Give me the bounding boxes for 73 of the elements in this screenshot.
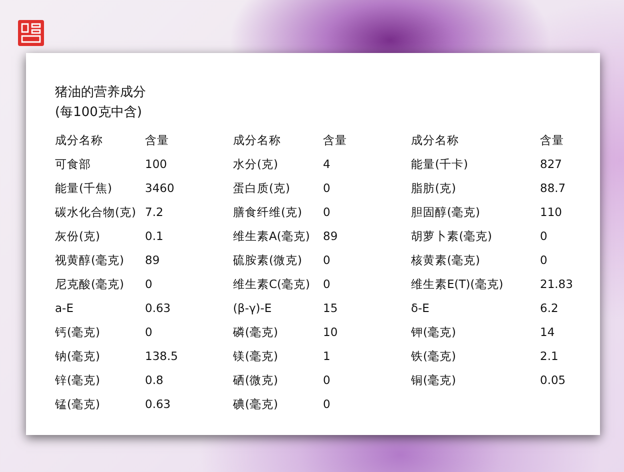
table-cell: 锰(毫克) [55, 396, 100, 412]
table-cell: 能量(千卡) [411, 156, 468, 172]
table-cell: 蛋白质(克) [233, 180, 290, 196]
table-cell: 脂肪(克) [411, 180, 456, 196]
column-header: 成分名称 [233, 132, 281, 148]
table-cell: 0.63 [145, 397, 171, 411]
table-cell: 0.8 [145, 373, 164, 387]
table-cell: 100 [145, 157, 167, 171]
table-cell: 0 [323, 181, 330, 195]
subtitle: (每100克中含) [55, 104, 143, 122]
table-cell: 维生素E(T)(毫克) [411, 276, 504, 292]
column-header: 成分名称 [55, 132, 103, 148]
table-cell: 0 [323, 253, 330, 267]
table-cell: δ-E [411, 301, 430, 315]
column-header: 含量 [145, 132, 169, 148]
table-cell: 尼克酸(毫克) [55, 276, 124, 292]
column-header: 含量 [540, 132, 564, 148]
table-cell: 钾(毫克) [411, 324, 456, 340]
table-cell: 0 [540, 253, 548, 267]
table-cell: 4 [323, 157, 330, 171]
table-cell: 水分(克) [233, 156, 278, 172]
table-cell: 钙(毫克) [55, 324, 100, 340]
table-cell: 视黄醇(毫克) [55, 252, 124, 268]
table-cell: 0 [540, 229, 548, 243]
table-cell: 89 [145, 253, 160, 267]
table-cell: 7.2 [145, 205, 164, 219]
table-cell: 15 [323, 301, 338, 315]
table-cell: 827 [540, 157, 562, 171]
table-cell: 3460 [145, 181, 174, 195]
table-cell: 89 [323, 229, 338, 243]
table-cell: 胡萝卜素(毫克) [411, 228, 492, 244]
table-cell: 能量(千焦) [55, 180, 112, 196]
table-cell: 核黄素(毫克) [411, 252, 480, 268]
table-cell: 0 [145, 325, 152, 339]
table-cell: 碳水化合物(克) [55, 204, 136, 220]
table-cell: 胆固醇(毫克) [411, 204, 480, 220]
table-cell: 维生素A(毫克) [233, 228, 310, 244]
table-cell: 镁(毫克) [233, 348, 278, 364]
table-cell: 0 [323, 277, 330, 291]
table-cell: 0 [323, 397, 330, 411]
table-cell: 0 [323, 205, 330, 219]
table-cell: 14 [540, 325, 555, 339]
table-cell: 可食部 [55, 156, 91, 172]
table-cell: 0.1 [145, 229, 164, 243]
table-cell: 铁(毫克) [411, 348, 456, 364]
title: 猪油的营养成分 [55, 84, 147, 102]
table-cell: 硫胺素(微克) [233, 252, 302, 268]
table-cell: (β-γ)-E [233, 301, 272, 315]
table-cell: 2.1 [540, 349, 558, 363]
table-cell: 磷(毫克) [233, 324, 278, 340]
table-cell: 0 [145, 277, 152, 291]
table-cell: 1 [323, 349, 330, 363]
table-cell: 0.05 [540, 373, 566, 387]
table-cell: 138.5 [145, 349, 178, 363]
table-cell: 21.83 [540, 277, 573, 291]
table-cell: 维生素C(毫克) [233, 276, 310, 292]
table-cell: 锌(毫克) [55, 372, 100, 388]
table-cell: 10 [323, 325, 338, 339]
seal-icon [18, 20, 44, 46]
table-cell: 6.2 [540, 301, 558, 315]
table-cell: a-E [55, 301, 74, 315]
table-cell: 膳食纤维(克) [233, 204, 302, 220]
table-cell: 碘(毫克) [233, 396, 278, 412]
table-cell: 钠(毫克) [55, 348, 100, 364]
table-cell: 88.7 [540, 181, 566, 195]
table-cell: 110 [540, 205, 562, 219]
table-cell: 铜(毫克) [411, 372, 456, 388]
table-cell: 0 [323, 373, 330, 387]
table-cell: 硒(微克) [233, 372, 278, 388]
column-header: 含量 [323, 132, 347, 148]
table-cell: 0.63 [145, 301, 171, 315]
table-cell: 灰份(克) [55, 228, 100, 244]
column-header: 成分名称 [411, 132, 459, 148]
